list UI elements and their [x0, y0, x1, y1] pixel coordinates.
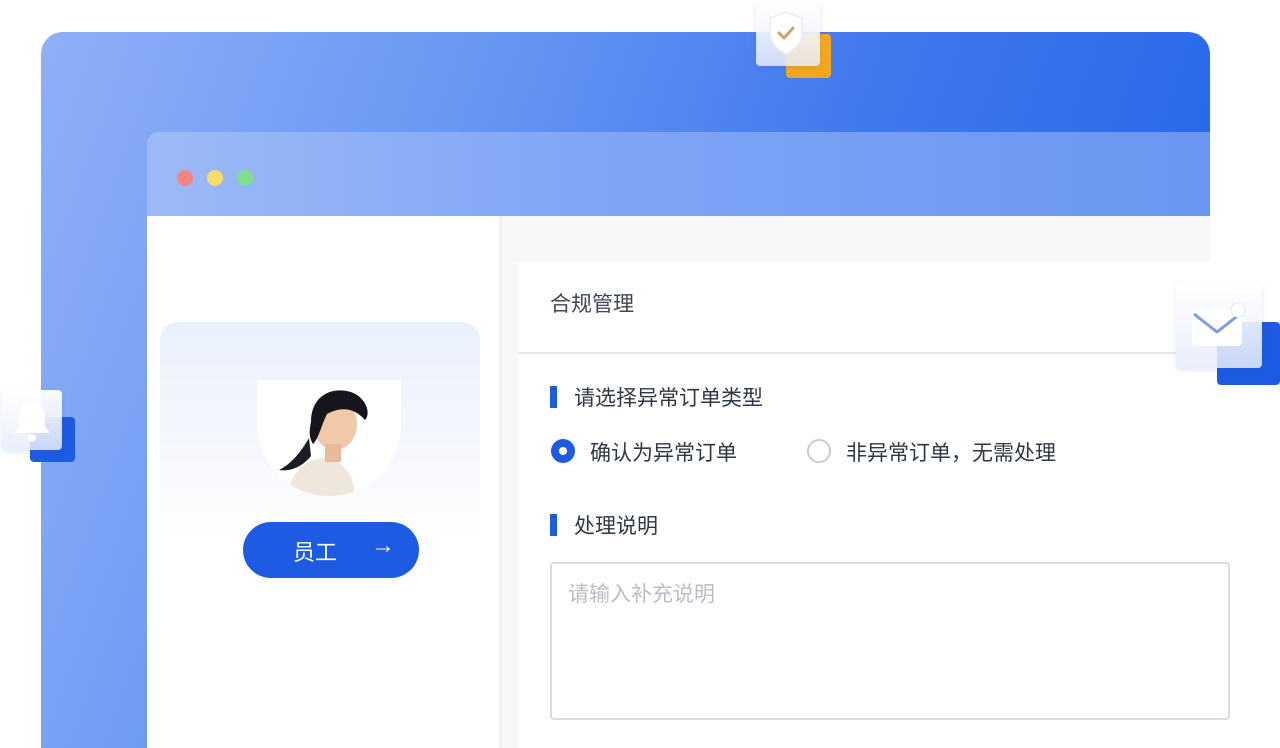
mail-badge — [1176, 282, 1280, 386]
maximize-dot[interactable] — [237, 170, 253, 186]
bell-badge — [2, 390, 76, 464]
employee-button-label: 员工 — [293, 541, 338, 566]
bell-icon — [14, 402, 50, 442]
radio-unchecked-icon — [807, 439, 831, 463]
section-order-type-label: 请选择异常订单类型 — [574, 386, 763, 410]
profile-sidebar: 员工 → — [147, 216, 502, 748]
shield-badge — [756, 2, 836, 82]
shield-check-icon — [769, 11, 803, 55]
avatar — [257, 380, 401, 496]
radio-abnormal-order[interactable]: 确认为异常订单 — [551, 439, 771, 469]
employee-button[interactable]: 员工 → — [243, 522, 419, 578]
close-dot[interactable] — [177, 170, 193, 186]
mail-icon — [1192, 302, 1246, 346]
window-titlebar — [147, 132, 1210, 216]
arrow-right-icon: → — [371, 532, 395, 559]
section-marker — [550, 514, 557, 536]
page: 员工 → 合规管理 请选择异常订单类型 确认为异常订单 非异常订单，无需处理 处… — [0, 0, 1280, 748]
radio-abnormal-label: 确认为异常订单 — [590, 441, 737, 465]
radio-normal-order[interactable]: 非异常订单，无需处理 — [807, 439, 1107, 469]
employee-photo — [257, 380, 401, 496]
profile-card: 员工 → — [160, 322, 480, 578]
section-marker — [550, 386, 557, 408]
radio-checked-icon — [551, 439, 575, 463]
note-textarea[interactable] — [550, 562, 1230, 720]
radio-normal-label: 非异常订单，无需处理 — [846, 441, 1056, 465]
compliance-panel: 合规管理 请选择异常订单类型 确认为异常订单 非异常订单，无需处理 处理说明 — [518, 262, 1230, 748]
section-order-type: 请选择异常订单类型 — [550, 382, 950, 412]
minimize-dot[interactable] — [207, 170, 223, 186]
panel-title: 合规管理 — [550, 292, 634, 316]
section-note: 处理说明 — [550, 510, 950, 540]
panel-divider — [518, 352, 1218, 354]
section-note-label: 处理说明 — [574, 514, 658, 538]
